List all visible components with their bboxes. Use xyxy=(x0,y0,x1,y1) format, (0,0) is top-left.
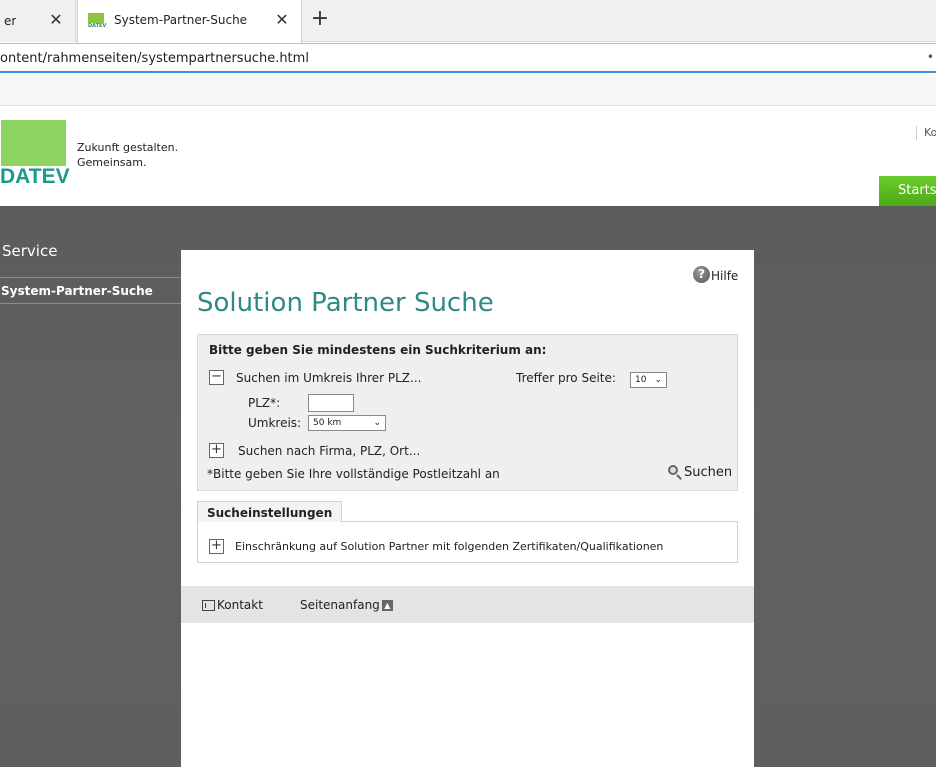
tab-title: System-Partner-Suche xyxy=(114,13,248,27)
certificate-restriction-label[interactable]: Einschränkung auf Solution Partner mit f… xyxy=(235,540,663,553)
hits-per-page-select[interactable]: 10 ⌄ xyxy=(630,372,667,388)
contact-card-icon xyxy=(202,599,215,611)
hits-per-page-value: 10 xyxy=(635,375,647,385)
site-header: DATEV Zukunft gestalten. Gemeinsam. Ko S… xyxy=(0,107,936,206)
sidebar-divider xyxy=(0,277,181,278)
top-label: Seitenanfang xyxy=(300,598,380,612)
datev-logo-square[interactable] xyxy=(1,120,66,166)
address-bar[interactable]: ontent/rahmenseiten/systempartnersuche.h… xyxy=(0,43,936,73)
content-footer: Kontakt Seitenanfang ▲ xyxy=(181,586,754,623)
umkreis-select[interactable]: 50 km ⌄ xyxy=(308,415,386,431)
sidebar-item-system-partner-suche[interactable]: System-Partner-Suche xyxy=(1,284,153,298)
hits-per-page-label: Treffer pro Seite: xyxy=(516,371,616,385)
datev-favicon-icon: DATEV xyxy=(88,13,106,29)
help-link[interactable]: ? Hilfe xyxy=(693,266,738,283)
footer-contact-link[interactable]: Kontakt xyxy=(202,598,263,612)
slogan-line-1: Zukunft gestalten. xyxy=(77,141,179,154)
start-page-button[interactable]: Starts xyxy=(879,176,936,206)
plz-label: PLZ*: xyxy=(248,396,281,410)
expand-certificates-toggle-icon[interactable]: + xyxy=(209,539,224,554)
contact-label: Kontakt xyxy=(217,598,263,612)
search-settings-panel: + Einschränkung auf Solution Partner mit… xyxy=(197,522,738,563)
chevron-down-icon: ⌄ xyxy=(654,375,662,385)
umkreis-label: Umkreis: xyxy=(248,416,302,430)
search-button[interactable]: Suchen xyxy=(667,464,732,480)
arrow-up-icon: ▲ xyxy=(381,599,393,611)
tab-close-icon[interactable]: ✕ xyxy=(273,11,291,29)
collapse-radius-toggle-icon[interactable]: − xyxy=(209,370,224,385)
tab-title: er xyxy=(4,14,17,28)
slogan-line-2: Gemeinsam. xyxy=(77,156,147,169)
umkreis-value: 50 km xyxy=(313,418,342,428)
search-heading: Bitte geben Sie mindestens ein Suchkrite… xyxy=(209,343,547,357)
radius-search-label[interactable]: Suchen im Umkreis Ihrer PLZ... xyxy=(236,371,421,385)
content-panel: ? Hilfe Solution Partner Suche Bitte geb… xyxy=(181,250,754,767)
browser-tab-previous[interactable]: er ✕ xyxy=(0,0,76,42)
search-form: Bitte geben Sie mindestens ein Suchkrite… xyxy=(197,334,738,491)
tab-close-icon[interactable]: ✕ xyxy=(47,11,65,29)
help-label[interactable]: Hilfe xyxy=(711,269,738,283)
magnifier-icon xyxy=(667,464,683,480)
bookmark-bar xyxy=(0,74,936,106)
search-button-label: Suchen xyxy=(684,464,733,480)
sidebar-title[interactable]: Service xyxy=(2,242,57,260)
browser-tab-active[interactable]: DATEV System-Partner-Suche ✕ xyxy=(77,0,302,43)
company-search-label[interactable]: Suchen nach Firma, PLZ, Ort... xyxy=(238,444,420,458)
browser-tab-bar: er ✕ DATEV System-Partner-Suche ✕ + xyxy=(0,0,936,43)
plz-input[interactable] xyxy=(308,394,354,412)
chevron-down-icon: ⌄ xyxy=(373,418,381,428)
url-overflow-icon[interactable]: • xyxy=(927,50,934,64)
page-title: Solution Partner Suche xyxy=(197,288,494,318)
tab-search-settings[interactable]: Sucheinstellungen xyxy=(197,501,342,523)
url-text[interactable]: ontent/rahmenseiten/systempartnersuche.h… xyxy=(0,51,309,66)
new-tab-plus-icon[interactable]: + xyxy=(308,8,332,32)
slogan: Zukunft gestalten. Gemeinsam. xyxy=(77,140,178,170)
help-icon[interactable]: ? xyxy=(693,266,710,283)
expand-company-toggle-icon[interactable]: + xyxy=(209,443,224,458)
plz-hint: *Bitte geben Sie Ihre vollständige Postl… xyxy=(207,467,500,481)
datev-logo-text[interactable]: DATEV xyxy=(0,165,70,189)
footer-top-link[interactable]: Seitenanfang ▲ xyxy=(300,598,393,612)
header-contact-link[interactable]: Ko xyxy=(916,126,936,140)
sidebar-divider xyxy=(0,303,181,304)
